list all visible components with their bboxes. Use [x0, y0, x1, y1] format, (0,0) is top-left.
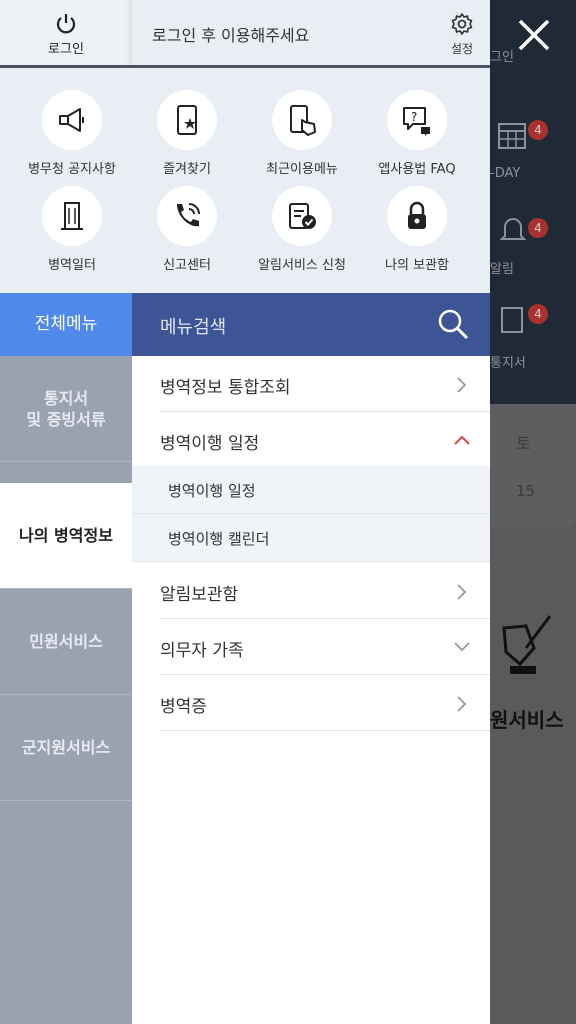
quick-item-alert-service[interactable]: 알림서비스 신청 — [242, 186, 362, 282]
submenu-item-label: 병역이행 일정 — [168, 482, 256, 500]
megaphone-icon — [59, 108, 84, 132]
quick-icon-circle — [157, 90, 217, 150]
quick-icon-circle — [387, 186, 447, 246]
background-today-label: -DAY — [490, 166, 521, 181]
sidebar-item-label: 군지원서비스 — [21, 738, 111, 757]
menu-item-family[interactable]: 의무자 가족 — [160, 619, 490, 675]
background-notice-label: 통지서 — [490, 356, 526, 371]
faq-bubble-icon: ? — [403, 107, 430, 136]
background-alarm-label: 알림 — [490, 262, 514, 277]
quick-item-report[interactable]: 신고센터 — [127, 186, 247, 282]
settings-button[interactable]: 설정 — [444, 12, 480, 58]
sidebar-item-civil-service[interactable]: 민원서비스 — [0, 589, 132, 695]
star-phone-icon — [177, 105, 197, 135]
chevron-down-icon — [454, 642, 470, 652]
close-button[interactable] — [514, 12, 554, 56]
chevron-up-icon — [454, 435, 470, 445]
quick-item-label: 알림서비스 신청 — [258, 258, 346, 273]
quick-menu: 병무청 공지사항 즐겨찾기 최근이용메뉴 ? 앱사용법 FAQ 병역일터 신고센… — [0, 68, 490, 293]
power-icon — [56, 14, 76, 34]
bell-icon — [499, 218, 527, 240]
submenu-item-calendar[interactable]: 병역이행 캘린더 — [132, 514, 490, 562]
sidebar-item-my-military-info[interactable]: 나의 병역정보 — [0, 483, 132, 589]
quick-icon-circle — [42, 90, 102, 150]
notification-badge: 4 — [528, 304, 548, 324]
notification-badge: 4 — [528, 218, 548, 238]
menu-item-label: 병역증 — [160, 697, 207, 717]
menu-item-integrated-inquiry[interactable]: 병역정보 통합조회 — [160, 356, 490, 412]
menu-search-bar[interactable]: 메뉴검색 — [132, 293, 490, 356]
submenu-item-label: 병역이행 캘린더 — [168, 530, 270, 548]
background-login-label: 그인 — [490, 50, 514, 65]
building-icon — [61, 202, 83, 230]
close-icon — [518, 19, 550, 51]
quick-item-recent[interactable]: 최근이용메뉴 — [242, 90, 362, 186]
background-service-label: 원서비스 — [490, 708, 564, 732]
sidebar-item-military-support[interactable]: 군지원서비스 — [0, 695, 132, 801]
touch-phone-icon — [290, 105, 316, 136]
menu-item-schedule[interactable]: 병역이행 일정 — [160, 412, 490, 468]
login-message: 로그인 후 이용해주세요 — [152, 26, 310, 45]
notification-badge: 4 — [528, 120, 548, 140]
sidebar-item-label: 통지서 및 증빙서류 — [26, 388, 105, 430]
background-app: 그인 4 -DAY 4 알림 4 통지서 토 15 원서비스 — [490, 0, 576, 1024]
login-label: 로그인 — [48, 42, 84, 57]
login-button[interactable]: 로그인 — [0, 0, 132, 65]
quick-icon-circle — [157, 186, 217, 246]
quick-item-label: 즐겨찾기 — [163, 162, 211, 177]
menu-item-label: 의무자 가족 — [160, 641, 244, 661]
chevron-right-icon — [457, 377, 467, 393]
menu-tabs: 전체메뉴 메뉴검색 — [0, 293, 490, 356]
quick-item-label: 병무청 공지사항 — [28, 162, 116, 177]
gear-icon — [451, 13, 473, 35]
sidebar-item-label: 나의 병역정보 — [19, 526, 113, 545]
search-icon[interactable] — [436, 307, 470, 341]
menu-item-military-id[interactable]: 병역증 — [160, 675, 490, 731]
lock-icon — [408, 201, 426, 229]
date-number: 15 — [516, 482, 536, 500]
chevron-right-icon — [457, 584, 467, 600]
quick-item-workplace[interactable]: 병역일터 — [12, 186, 132, 282]
tab-all-menu[interactable]: 전체메뉴 — [0, 293, 132, 356]
calendar-icon — [498, 123, 526, 149]
quick-item-faq[interactable]: ? 앱사용법 FAQ — [357, 90, 477, 186]
quick-icon-circle — [42, 186, 102, 246]
phone-call-icon — [177, 203, 200, 227]
menu-item-alert-storage[interactable]: 알림보관함 — [160, 563, 490, 619]
menu-item-label: 병역이행 일정 — [160, 434, 260, 454]
quick-icon-circle — [272, 90, 332, 150]
menu-list: 병역정보 통합조회 병역이행 일정 병역이행 일정 병역이행 캘린더 알림보관함… — [132, 356, 490, 1024]
svg-text:?: ? — [411, 110, 417, 124]
menu-item-label: 병역정보 통합조회 — [160, 378, 291, 398]
sidebar-item-notices[interactable]: 통지서 및 증빙서류 — [0, 356, 132, 462]
quick-icon-circle — [272, 186, 332, 246]
quick-item-label: 신고센터 — [163, 258, 211, 273]
sidebar-label-line1: 통지서 — [43, 388, 89, 408]
sidebar-item-label: 민원서비스 — [29, 632, 103, 651]
quick-item-label: 최근이용메뉴 — [266, 162, 338, 177]
pen-hand-icon — [502, 615, 552, 674]
saturday-label: 토 — [516, 434, 531, 453]
drawer-header: 로그인 로그인 후 이용해주세요 설정 — [0, 0, 490, 68]
checked-document-icon — [289, 203, 316, 229]
document-icon — [501, 307, 523, 333]
navigation-drawer: 로그인 로그인 후 이용해주세요 설정 병무청 공지사항 즐겨찾기 최근이용메뉴… — [0, 0, 490, 1024]
quick-item-storage[interactable]: 나의 보관함 — [357, 186, 477, 282]
quick-icon-circle: ? — [387, 90, 447, 150]
quick-item-favorites[interactable]: 즐겨찾기 — [127, 90, 247, 186]
chevron-right-icon — [457, 696, 467, 712]
sidebar-label-line2: 및 증빙서류 — [26, 409, 106, 429]
settings-label: 설정 — [450, 42, 474, 56]
category-sidebar: 통지서 및 증빙서류 나의 병역정보 민원서비스 군지원서비스 — [0, 356, 132, 1024]
submenu-item-schedule[interactable]: 병역이행 일정 — [132, 466, 490, 514]
quick-item-label: 나의 보관함 — [385, 258, 449, 273]
background-calendar-card: 토 15 — [490, 404, 576, 528]
quick-item-label: 앱사용법 FAQ — [378, 162, 456, 177]
menu-item-label: 알림보관함 — [160, 585, 239, 605]
menu-search-label: 메뉴검색 — [160, 317, 227, 338]
quick-item-label: 병역일터 — [48, 258, 96, 273]
quick-item-notice[interactable]: 병무청 공지사항 — [12, 90, 132, 186]
